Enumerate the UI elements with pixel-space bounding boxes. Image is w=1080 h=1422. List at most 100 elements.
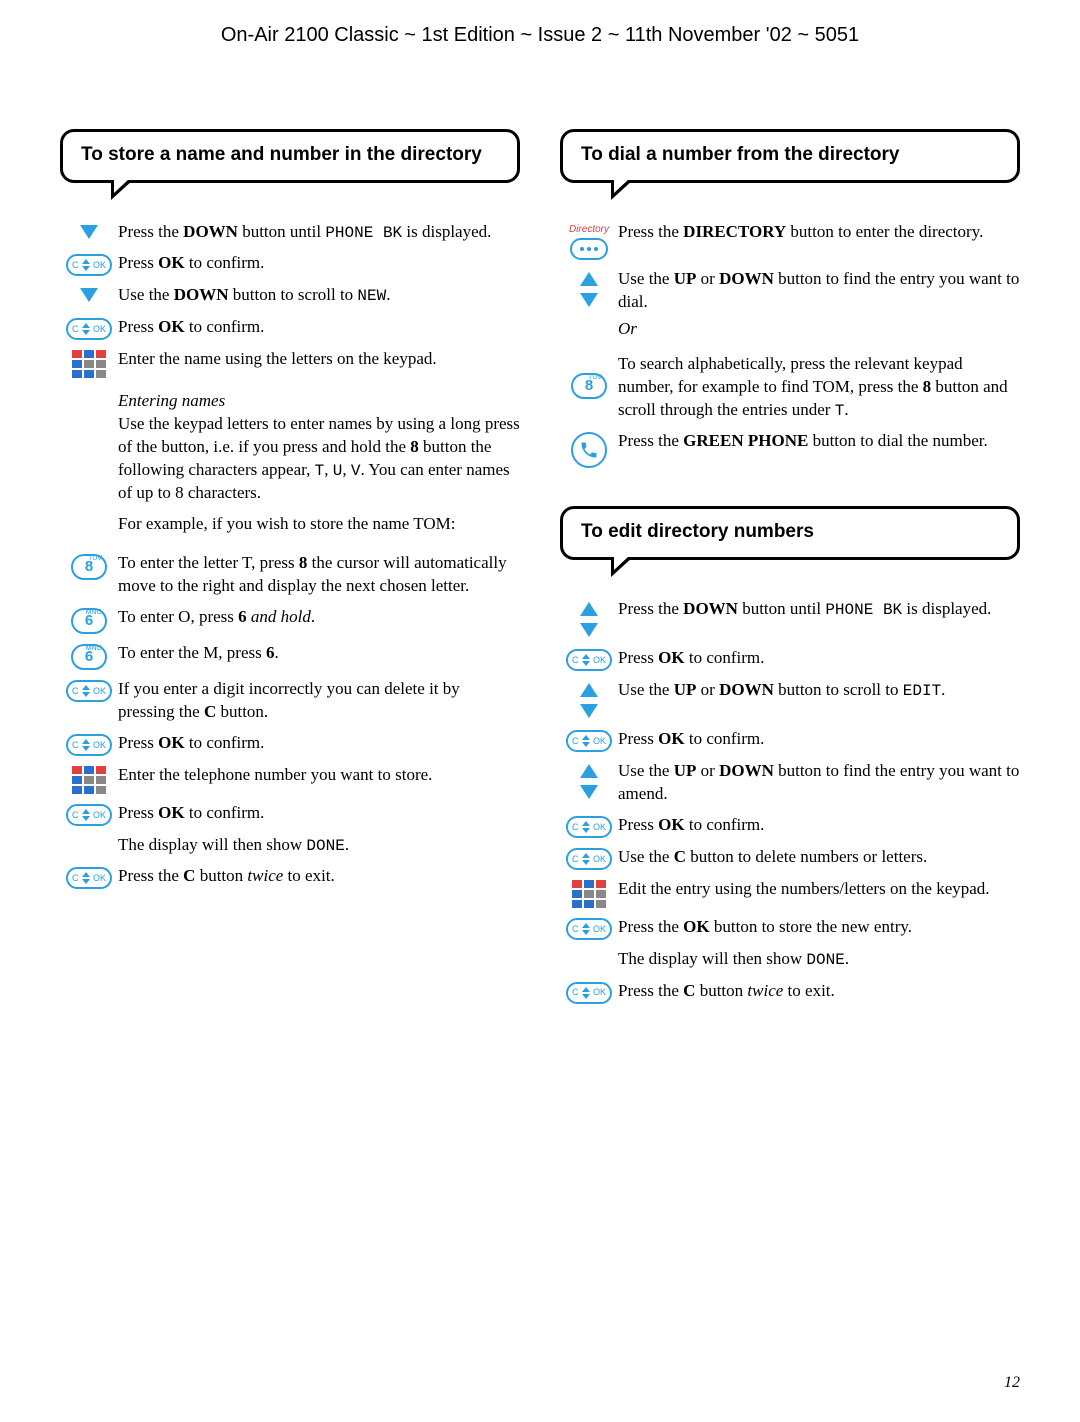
text: Press the GREEN PHONE button to dial the… [618, 430, 1020, 453]
text: Press the DIRECTORY button to enter the … [618, 221, 1020, 244]
title-store: To store a name and number in the direct… [60, 129, 520, 183]
down-arrow-icon [80, 288, 98, 302]
text: To enter the M, press 6. [118, 642, 520, 665]
text: The display will then show DONE. [118, 834, 520, 858]
entering-names-para1: Use the keypad letters to enter names by… [118, 413, 520, 505]
text: Use the UP or DOWN button to find the en… [618, 760, 1020, 806]
down-arrow-icon [80, 225, 98, 239]
step-delete-c: COK If you enter a digit incorrectly you… [60, 678, 520, 724]
text: Enter the telephone number you want to s… [118, 764, 520, 787]
text: Press OK to confirm. [618, 647, 1020, 670]
up-down-arrow-icon [580, 600, 598, 639]
step-e9: COK Press the OK button to store the new… [560, 916, 1020, 940]
left-column: To store a name and number in the direct… [60, 129, 520, 1012]
text: Press OK to confirm. [618, 814, 1020, 837]
title-store-text: To store a name and number in the direct… [81, 144, 482, 165]
text: To enter the letter T, press 8 the curso… [118, 552, 520, 598]
page-header: On-Air 2100 Classic ~ 1st Edition ~ Issu… [60, 22, 1020, 49]
c-ok-button-icon: COK [566, 848, 612, 870]
title-edit-text: To edit directory numbers [581, 521, 814, 542]
step-e10: The display will then show DONE. [560, 948, 1020, 972]
text: Press the DOWN button until PHONE BK is … [618, 598, 1020, 622]
c-ok-button-icon: COK [566, 649, 612, 671]
c-ok-button-icon: COK [66, 680, 112, 702]
key-6-icon: 6MNO [71, 644, 107, 670]
step-ok-3: COK Press OK to confirm. [60, 732, 520, 756]
text: Press the C button twice to exit. [118, 865, 520, 888]
text: Press OK to confirm. [118, 802, 520, 825]
c-ok-button-icon: COK [66, 318, 112, 340]
c-ok-button-icon: COK [566, 816, 612, 838]
text: Use the C button to delete numbers or le… [618, 846, 1020, 869]
page-number: 12 [1004, 1372, 1020, 1394]
text: Use the DOWN button to scroll to NEW. [118, 284, 520, 308]
c-ok-button-icon: COK [66, 734, 112, 756]
step-e1: Press the DOWN button until PHONE BK is … [560, 598, 1020, 639]
step-e3: Use the UP or DOWN button to scroll to E… [560, 679, 1020, 720]
or-text: Or [618, 318, 1020, 341]
step-ok-2: COK Press OK to confirm. [60, 316, 520, 340]
step-exit-c: COK Press the C button twice to exit. [60, 865, 520, 889]
text: Press the OK button to store the new ent… [618, 916, 1020, 939]
step-done-1: The display will then show DONE. [60, 834, 520, 858]
step-enter-number: Enter the telephone number you want to s… [60, 764, 520, 794]
step-press-6: 6MNO To enter the M, press 6. [60, 642, 520, 670]
c-ok-button-icon: COK [566, 982, 612, 1004]
c-ok-button-icon: COK [566, 918, 612, 940]
step-e7: COK Use the C button to delete numbers o… [560, 846, 1020, 870]
key-8-icon: 8TUV [571, 373, 607, 399]
directory-button-icon: Directory [569, 223, 609, 261]
step-down-phonebk: Press the DOWN button until PHONE BK is … [60, 221, 520, 245]
up-down-arrow-icon [580, 762, 598, 801]
c-ok-button-icon: COK [66, 254, 112, 276]
step-e4: COK Press OK to confirm. [560, 728, 1020, 752]
step-enter-name: Enter the name using the letters on the … [60, 348, 520, 378]
keypad-icon [72, 766, 106, 794]
entering-names-block: Entering names Use the keypad letters to… [60, 386, 520, 544]
text: Press the DOWN button until PHONE BK is … [118, 221, 520, 245]
right-column: To dial a number from the directory Dire… [560, 129, 1020, 1012]
key-6-icon: 6MNO [71, 608, 107, 634]
text: If you enter a digit incorrectly you can… [118, 678, 520, 724]
up-down-arrow-icon [580, 270, 598, 309]
step-e2: COK Press OK to confirm. [560, 647, 1020, 671]
title-dial: To dial a number from the directory [560, 129, 1020, 183]
step-e5: Use the UP or DOWN button to find the en… [560, 760, 1020, 806]
step-ok-4: COK Press OK to confirm. [60, 802, 520, 826]
text: The display will then show DONE. [618, 948, 1020, 972]
step-down-new: Use the DOWN button to scroll to NEW. [60, 284, 520, 308]
step-directory-button: Directory Press the DIRECTORY button to … [560, 221, 1020, 261]
text: Edit the entry using the numbers/letters… [618, 878, 1020, 901]
c-ok-button-icon: COK [66, 867, 112, 889]
text: Press OK to confirm. [118, 316, 520, 339]
title-dial-text: To dial a number from the directory [581, 144, 899, 165]
green-phone-icon [571, 432, 607, 468]
c-ok-button-icon: COK [566, 730, 612, 752]
step-updown-find: Use the UP or DOWN button to find the en… [560, 268, 1020, 345]
text: To search alphabetically, press the rele… [618, 353, 1020, 422]
step-ok-1: COK Press OK to confirm. [60, 252, 520, 276]
text: Press OK to confirm. [118, 732, 520, 755]
step-green-phone: Press the GREEN PHONE button to dial the… [560, 430, 1020, 468]
text: Press OK to confirm. [118, 252, 520, 275]
up-down-arrow-icon [580, 681, 598, 720]
text: Press OK to confirm. [618, 728, 1020, 751]
content-columns: To store a name and number in the direct… [60, 129, 1020, 1012]
text: To enter O, press 6 and hold. [118, 606, 520, 629]
text: Use the UP or DOWN button to find the en… [618, 268, 1020, 345]
title-edit: To edit directory numbers [560, 506, 1020, 560]
text: Enter the name using the letters on the … [118, 348, 520, 371]
keypad-icon [572, 880, 606, 908]
c-ok-button-icon: COK [66, 804, 112, 826]
entering-names-subhead: Entering names [118, 390, 520, 413]
entering-names-para2: For example, if you wish to store the na… [118, 513, 520, 536]
step-e6: COK Press OK to confirm. [560, 814, 1020, 838]
text: Press the C button twice to exit. [618, 980, 1020, 1003]
step-e8: Edit the entry using the numbers/letters… [560, 878, 1020, 908]
step-search-alpha: 8TUV To search alphabetically, press the… [560, 353, 1020, 422]
step-press-8: 8TUV To enter the letter T, press 8 the … [60, 552, 520, 598]
text: Use the UP or DOWN button to scroll to E… [618, 679, 1020, 703]
keypad-icon [72, 350, 106, 378]
key-8-icon: 8TUV [71, 554, 107, 580]
step-e11: COK Press the C button twice to exit. [560, 980, 1020, 1004]
